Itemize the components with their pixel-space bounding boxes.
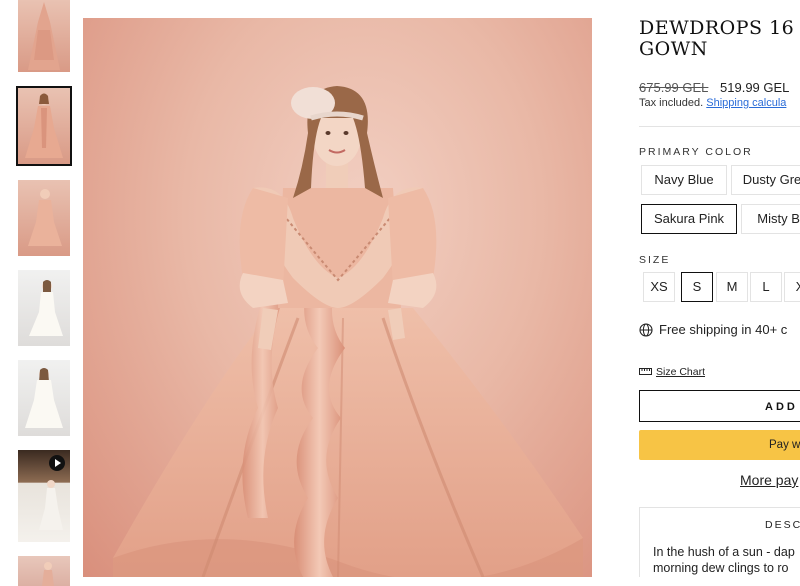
ruler-icon: [639, 368, 652, 375]
price-row: 675.99 GEL 519.99 GEL: [639, 80, 789, 95]
description-text: In the hush of a sun - dap morning dew c…: [653, 544, 800, 576]
dress-figure-icon: [29, 280, 63, 336]
thumbnail-2[interactable]: [16, 86, 72, 166]
size-option-xl[interactable]: X: [784, 272, 800, 302]
shipping-note: Free shipping in 40+ c: [639, 322, 787, 337]
size-label: SIZE: [639, 254, 671, 266]
thumbnail-1[interactable]: [18, 0, 70, 72]
size-chart-link[interactable]: Size Chart: [639, 366, 705, 378]
more-payment-options-link[interactable]: More pay: [740, 472, 798, 488]
size-option-xs[interactable]: XS: [643, 272, 675, 302]
compare-at-price: 675.99 GEL: [639, 80, 709, 95]
size-chart-label: Size Chart: [656, 366, 706, 378]
shipping-link[interactable]: Shipping calcula: [706, 97, 786, 109]
globe-icon: [639, 323, 653, 337]
product-title: DEWDROPS 16 | N GOWN: [639, 18, 800, 60]
pay-button-label: Pay wi: [769, 439, 800, 451]
product-title-line2: GOWN: [639, 38, 708, 60]
color-option-dusty-green[interactable]: Dusty Gre: [731, 165, 800, 195]
description-line2: morning dew clings to ro: [653, 561, 789, 575]
dress-figure-icon: [28, 189, 62, 246]
express-pay-button[interactable]: Pay wi: [639, 430, 800, 460]
dress-figure-icon: [25, 93, 63, 158]
dress-figure-icon: [42, 562, 54, 586]
play-icon[interactable]: [49, 455, 65, 471]
thumbnail-4[interactable]: [18, 270, 70, 346]
size-option-l[interactable]: L: [750, 272, 782, 302]
size-option-m[interactable]: M: [716, 272, 748, 302]
thumbnail-6-video[interactable]: [18, 450, 70, 542]
product-title-line1: DEWDROPS 16 | N: [639, 17, 800, 39]
description-line1: In the hush of a sun - dap: [653, 545, 795, 559]
color-option-misty-blue[interactable]: Misty Bl: [741, 204, 800, 234]
product-info-panel: DEWDROPS 16 | N GOWN 675.99 GEL 519.99 G…: [639, 0, 800, 577]
thumbnail-3[interactable]: [18, 180, 70, 256]
dress-figure-icon: [28, 2, 60, 70]
add-to-cart-label: ADD T: [765, 401, 800, 413]
size-option-s[interactable]: S: [681, 272, 713, 302]
gown-photo-illustration: [113, 86, 583, 577]
thumbnail-7[interactable]: [18, 556, 70, 586]
main-product-image[interactable]: [83, 18, 592, 577]
tax-note: Tax included. Shipping calcula: [639, 97, 786, 109]
divider: [639, 126, 800, 127]
primary-color-label: PRIMARY COLOR: [639, 146, 753, 158]
tax-included-text: Tax included.: [639, 97, 704, 109]
description-panel: DESC In the hush of a sun - dap morning …: [639, 507, 800, 577]
add-to-cart-button[interactable]: ADD T: [639, 390, 800, 422]
color-option-sakura-pink[interactable]: Sakura Pink: [641, 204, 737, 234]
sale-price: 519.99 GEL: [720, 80, 790, 95]
dress-figure-icon: [25, 368, 63, 428]
description-heading[interactable]: DESC: [765, 519, 800, 531]
shipping-note-text: Free shipping in 40+ c: [659, 322, 788, 337]
thumbnail-5[interactable]: [18, 360, 70, 436]
color-option-navy-blue[interactable]: Navy Blue: [641, 165, 727, 195]
